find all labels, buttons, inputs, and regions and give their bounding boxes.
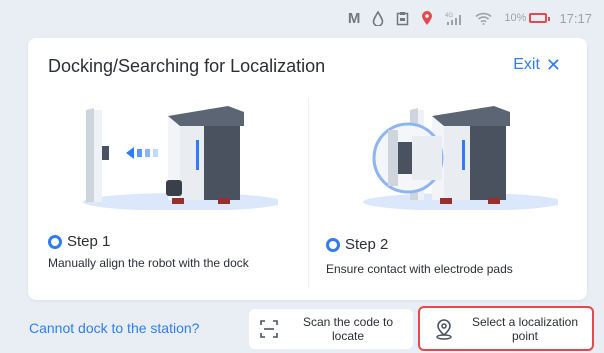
select-localization-point-label: Select a localization point	[471, 314, 579, 343]
status-bar: M 4G 10% 17:17	[0, 0, 604, 36]
svg-text:4G: 4G	[445, 13, 453, 19]
step1-illustration	[83, 106, 278, 210]
scan-code-button[interactable]: Scan the code to locate	[249, 309, 413, 349]
clipboard-icon	[396, 11, 409, 26]
exit-button[interactable]: Exit ✕	[513, 56, 561, 74]
m-notification-icon: M	[347, 9, 361, 27]
battery-icon	[529, 13, 551, 23]
close-icon: ✕	[545, 55, 561, 75]
location-marker-icon	[436, 318, 452, 340]
page-title: Docking/Searching for Localization	[48, 56, 326, 76]
cannot-dock-link[interactable]: Cannot dock to the station?	[29, 320, 199, 336]
scan-icon	[260, 320, 278, 338]
step1-label: Step 1	[67, 233, 111, 250]
step2-description: Ensure contact with electrode pads	[326, 262, 513, 276]
step2-heading: Step 2	[326, 236, 388, 253]
step2-label: Step 2	[345, 236, 389, 253]
battery-indicator: 10%	[504, 12, 551, 24]
clock: 17:17	[559, 10, 592, 26]
wifi-icon	[475, 12, 492, 25]
exit-label: Exit	[513, 56, 540, 73]
battery-percent: 10%	[504, 12, 527, 24]
step2-illustration	[363, 106, 558, 210]
step1-heading: Step 1	[48, 233, 110, 250]
scan-code-label: Scan the code to locate	[302, 315, 394, 343]
step1-description: Manually align the robot with the dock	[48, 256, 249, 270]
step1-radio-icon	[48, 234, 62, 249]
drop-icon	[372, 10, 384, 26]
cellular-signal-icon: 4G	[445, 11, 463, 26]
location-pin-icon	[421, 10, 433, 26]
step-divider	[308, 98, 309, 288]
docking-dialog: Docking/Searching for Localization Exit …	[28, 38, 587, 300]
select-localization-point-button[interactable]: Select a localization point	[418, 306, 594, 351]
step2-radio-icon	[326, 237, 340, 252]
